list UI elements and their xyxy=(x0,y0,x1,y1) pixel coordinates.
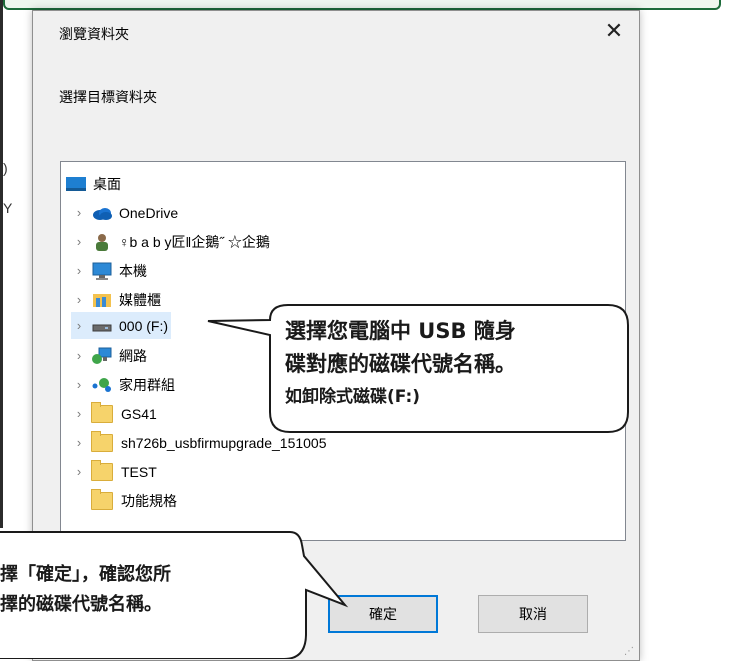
dialog-title: 瀏覽資料夾 xyxy=(59,27,129,43)
confirm-callout-line: 擇「確定」，確認您所 xyxy=(0,564,171,585)
background-window-edge xyxy=(0,0,3,528)
close-button[interactable]: ✕ xyxy=(597,17,631,45)
tree-item-label: OneDrive xyxy=(119,204,179,221)
chevron-right-icon[interactable]: › xyxy=(71,464,87,479)
desktop-icon xyxy=(65,175,87,193)
cloud-icon xyxy=(91,204,113,222)
folder-icon xyxy=(91,430,113,452)
chevron-right-icon[interactable]: › xyxy=(71,292,87,307)
drive-callout-line: 選擇您電腦中 USB 隨身 xyxy=(285,319,516,343)
tree-item-label: 000 (F:) xyxy=(119,317,169,334)
chevron-right-icon[interactable]: › xyxy=(71,435,87,450)
tree-item-libraries[interactable]: › 媒體櫃 xyxy=(71,286,161,313)
dialog-instruction: 選擇目標資料夾 xyxy=(59,90,157,106)
folder-icon xyxy=(91,401,113,423)
close-icon: ✕ xyxy=(604,18,624,44)
ok-button[interactable]: 確定 xyxy=(328,595,438,633)
confirm-callout-line: 擇的磁碟代號名稱。 xyxy=(0,594,162,615)
chevron-right-icon[interactable]: › xyxy=(71,406,87,421)
drive-callout: 選擇您電腦中 USB 隨身 碟對應的磁碟代號名稱。 如卸除式磁碟(F:) xyxy=(285,315,516,414)
tree-item-label: 功能規格 xyxy=(121,492,177,509)
cancel-button[interactable]: 取消 xyxy=(478,595,588,633)
chevron-right-icon[interactable]: › xyxy=(71,377,87,392)
tree-item-label: 本機 xyxy=(119,262,147,279)
drive-callout-line: 碟對應的磁碟代號名稱。 xyxy=(285,352,516,376)
network-icon xyxy=(91,347,113,365)
chevron-right-icon[interactable]: › xyxy=(71,318,87,333)
background-text-fragment: Y xyxy=(3,200,13,216)
tree-item-desktop[interactable]: 桌面 xyxy=(65,170,121,197)
tree-item-label: 桌面 xyxy=(93,175,121,192)
confirm-callout: 擇「確定」，確認您所 擇的磁碟代號名稱。 xyxy=(0,560,171,620)
tree-item-label: 媒體櫃 xyxy=(119,291,161,308)
library-icon xyxy=(91,291,113,309)
tree-item-label: TEST xyxy=(121,463,157,480)
tree-item-homegroup[interactable]: › 家用群組 xyxy=(71,371,175,398)
tree-item-label: ♀b a b y匠‖企鵝˝ ☆企鵝 xyxy=(119,233,270,250)
tree-item-user[interactable]: › ♀b a b y匠‖企鵝˝ ☆企鵝 xyxy=(71,228,270,255)
chevron-right-icon[interactable]: › xyxy=(71,205,87,220)
tree-item-network[interactable]: › 網路 xyxy=(71,342,147,369)
tree-item-folder[interactable]: › sh726b_usbfirmupgrade_151005 xyxy=(71,429,327,456)
folder-icon xyxy=(91,459,113,481)
chevron-right-icon[interactable]: › xyxy=(71,348,87,363)
folder-icon xyxy=(91,488,113,510)
tree-item-this-pc[interactable]: › 本機 xyxy=(71,257,147,284)
background-text-fragment: ) xyxy=(3,160,8,176)
background-banner-edge xyxy=(3,0,721,10)
tree-item-drive-f[interactable]: › 000 (F:) xyxy=(71,312,171,339)
tree-item-folder[interactable]: › GS41 xyxy=(71,400,157,427)
tree-item-folder[interactable]: › TEST xyxy=(71,458,157,485)
user-icon xyxy=(91,233,113,251)
tree-item-folder[interactable]: 功能規格 xyxy=(91,487,177,514)
drive-callout-line: 如卸除式磁碟(F:) xyxy=(285,387,421,407)
tree-item-onedrive[interactable]: › OneDrive xyxy=(71,199,178,226)
chevron-right-icon[interactable]: › xyxy=(71,263,87,278)
homegroup-icon xyxy=(91,376,113,394)
tree-item-label: 家用群組 xyxy=(119,376,175,393)
drive-icon xyxy=(91,317,113,335)
resize-grip-icon[interactable]: ⋰ xyxy=(624,647,635,657)
computer-icon xyxy=(91,262,113,280)
tree-item-label: 網路 xyxy=(119,347,147,364)
tree-item-label: GS41 xyxy=(121,405,157,422)
chevron-right-icon[interactable]: › xyxy=(71,234,87,249)
tree-item-label: sh726b_usbfirmupgrade_151005 xyxy=(121,434,327,451)
